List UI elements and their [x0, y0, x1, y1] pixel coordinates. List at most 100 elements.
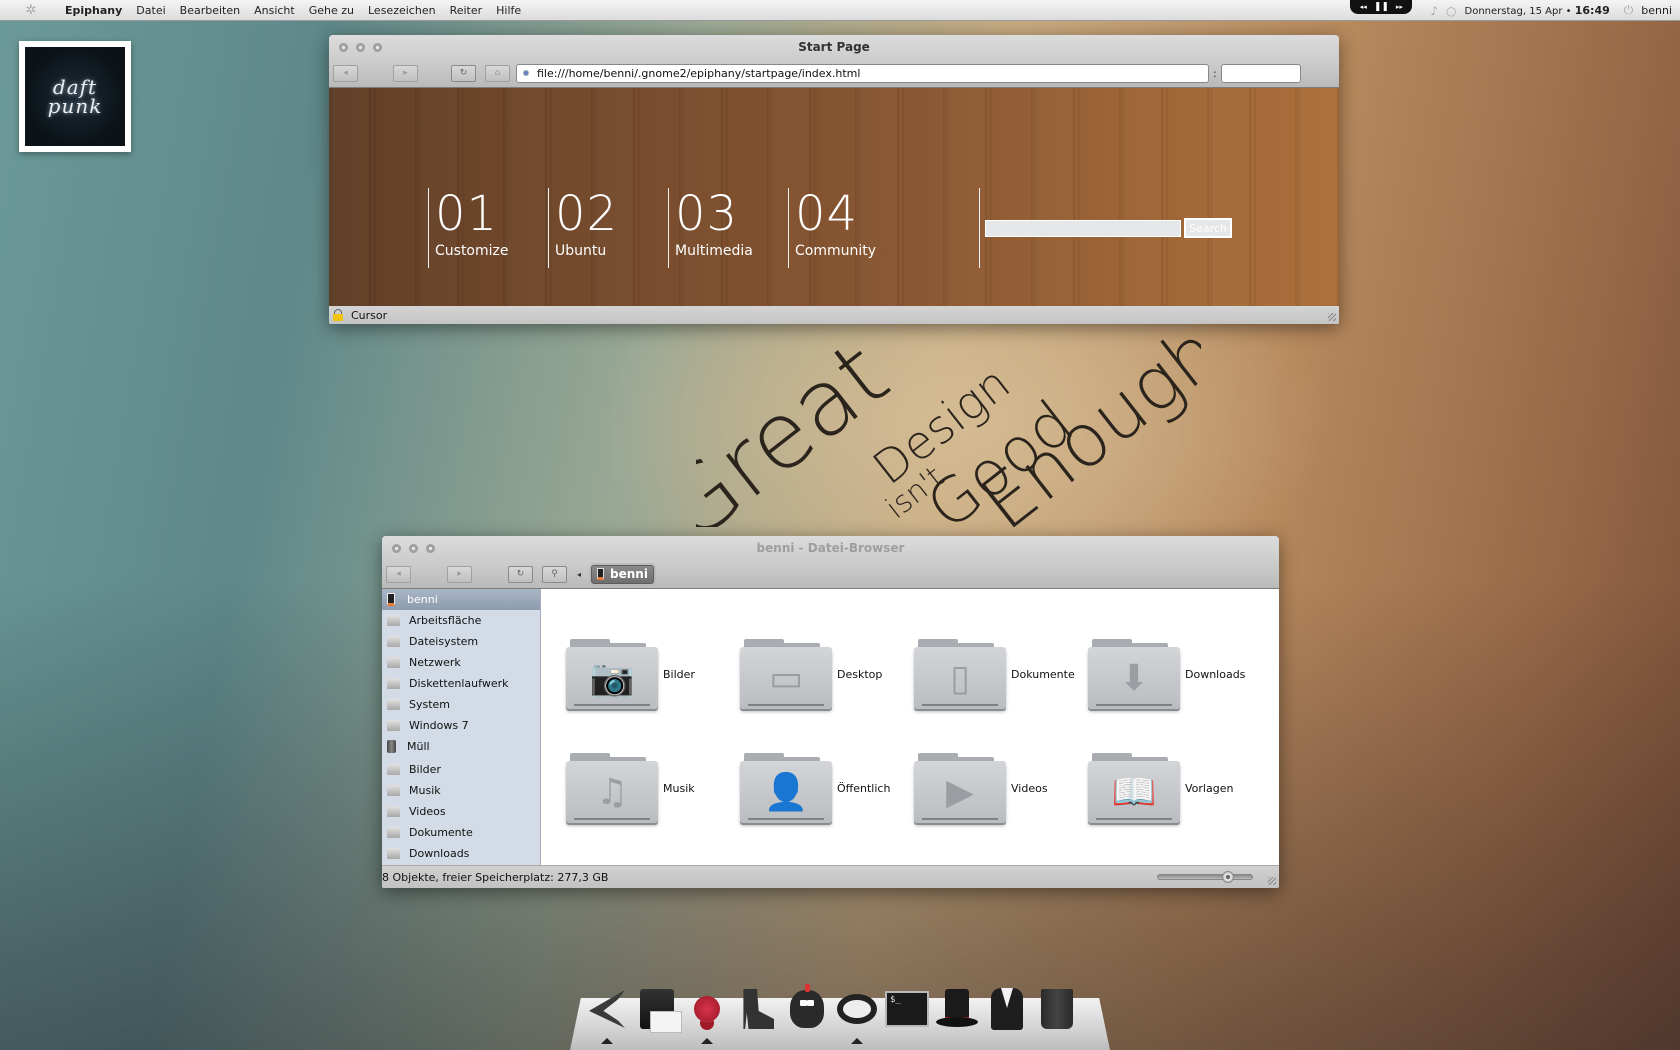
file-browser-toolbar: ◂ ▸ ↻ ⚲ ◂ benni — [382, 560, 1279, 589]
forward-button[interactable]: ▸ — [393, 64, 418, 82]
sidebar-item-arbeitsflaeche[interactable]: Arbeitsfläche — [382, 610, 540, 631]
sidebar-item-label: Bilder — [409, 763, 441, 776]
folder-bilder[interactable]: 📷 Bilder — [566, 617, 740, 731]
reload-button[interactable]: ↻ — [451, 64, 476, 82]
music-indicator-icon[interactable]: ♪ — [1430, 4, 1438, 18]
folder-videos[interactable]: ▶ Videos — [914, 731, 1088, 845]
breadcrumb-benni[interactable]: benni — [591, 564, 654, 584]
sidebar-item-system[interactable]: System — [382, 694, 540, 715]
menu-ansicht[interactable]: Ansicht — [247, 0, 302, 21]
album-art-widget[interactable]: daft punk — [19, 41, 131, 152]
tile-multimedia[interactable]: 03 Multimedia — [668, 188, 788, 268]
sidebar-item-dateisystem[interactable]: Dateisystem — [382, 631, 540, 652]
file-view: 📷 Bilder ▭ Desktop ▯ Dokumente ⬇ Downloa… — [541, 589, 1279, 865]
menu-gehe-zu[interactable]: Gehe zu — [302, 0, 361, 21]
maximize-button[interactable] — [426, 543, 435, 553]
page-search-input[interactable] — [985, 219, 1181, 237]
folder-dokumente[interactable]: ▯ Dokumente — [914, 617, 1088, 731]
clock[interactable]: Donnerstag, 15 Apr • 16:49 — [1465, 4, 1610, 17]
next-track-icon[interactable]: ▸▸ — [1396, 3, 1403, 11]
drive-icon — [387, 678, 400, 689]
ubuntu-logo-icon[interactable]: ✲ — [22, 1, 40, 19]
camera-folder-icon: 📷 — [566, 639, 658, 709]
power-icon[interactable]: ⏻ — [1624, 3, 1634, 18]
menu-lesezeichen[interactable]: Lesezeichen — [361, 0, 443, 21]
dock-item-mail[interactable] — [635, 986, 682, 1033]
sidebar-item-windows-7[interactable]: Windows 7 — [382, 715, 540, 736]
zoom-slider-handle[interactable] — [1221, 871, 1234, 883]
sidebar-item-bilder[interactable]: Bilder — [382, 759, 540, 780]
dock-item-ribbon[interactable] — [685, 986, 729, 1044]
browser-search-field[interactable] — [1220, 63, 1301, 83]
folder-name: Bilder — [663, 667, 695, 681]
page-favicon-icon — [523, 70, 529, 76]
tile-ubuntu[interactable]: 02 Ubuntu — [548, 188, 668, 268]
browser-titlebar[interactable]: Start Page — [329, 35, 1339, 59]
start-page-tiles: 01 Customize 02 Ubuntu 03 Multimedia 04 … — [428, 188, 908, 268]
pause-icon[interactable]: ❚❚ — [1374, 2, 1389, 12]
browser-title: Start Page — [798, 40, 870, 54]
dock-item-top-hat[interactable] — [935, 986, 979, 1032]
folder-downloads[interactable]: ⬇ Downloads — [1088, 617, 1262, 731]
back-button[interactable]: ◂ — [386, 565, 411, 583]
sidebar-item-benni[interactable]: benni — [382, 589, 540, 610]
dock-item-boot[interactable] — [735, 986, 779, 1032]
menu-hilfe[interactable]: Hilfe — [489, 0, 528, 21]
file-browser-titlebar[interactable]: benni - Datei-Browser — [382, 536, 1279, 560]
reload-button[interactable]: ↻ — [508, 565, 533, 583]
menu-bearbeiten[interactable]: Bearbeiten — [173, 0, 247, 21]
pictures-folder-icon — [387, 764, 400, 775]
search-button[interactable]: ⚲ — [542, 565, 567, 583]
close-button[interactable] — [392, 543, 401, 553]
dock-item-headphones[interactable] — [835, 986, 879, 1044]
sidebar-item-muell[interactable]: Müll — [382, 736, 540, 757]
browser-window: Start Page ◂ ▸ ↻ ⌂ file:///home/benni/.g… — [329, 35, 1339, 324]
user-menu[interactable]: benni — [1641, 4, 1672, 17]
url-bar[interactable]: file:///home/benni/.gnome2/epiphany/star… — [516, 63, 1209, 83]
sidebar-item-musik[interactable]: Musik — [382, 780, 540, 801]
folder-vorlagen[interactable]: 📖 Vorlagen — [1088, 731, 1262, 845]
dock-item-impossible-triangle[interactable] — [585, 986, 629, 1044]
impossible-triangle-icon — [589, 990, 625, 1028]
folder-desktop[interactable]: ▭ Desktop — [740, 617, 914, 731]
sidebar-item-downloads[interactable]: Downloads — [382, 843, 540, 864]
zoom-slider[interactable] — [1157, 871, 1253, 883]
maximize-button[interactable] — [373, 42, 382, 52]
breadcrumb-label: benni — [610, 567, 648, 581]
minimize-button[interactable] — [356, 42, 365, 52]
resize-grip[interactable] — [1328, 313, 1336, 321]
folder-name: Dokumente — [1011, 667, 1075, 681]
minimize-button[interactable] — [409, 543, 418, 553]
tile-number: 04 — [795, 186, 859, 242]
back-icon: ◂ — [343, 68, 348, 78]
sidebar-item-dokumente[interactable]: Dokumente — [382, 822, 540, 843]
path-left-icon[interactable]: ◂ — [577, 570, 581, 579]
home-button[interactable]: ⌂ — [485, 64, 510, 82]
dock-icons: $_ — [585, 984, 1079, 1044]
sidebar-item-label: Downloads — [409, 847, 470, 860]
folder-oeffentlich[interactable]: 👤 Öffentlich — [740, 731, 914, 845]
status-text: 8 Objekte, freier Speicherplatz: 277,3 G… — [382, 870, 609, 884]
tile-label: Ubuntu — [555, 243, 607, 259]
back-button[interactable]: ◂ — [333, 64, 358, 82]
tile-customize[interactable]: 01 Customize — [428, 188, 548, 268]
page-search-button[interactable]: Search — [1184, 218, 1232, 238]
forward-button[interactable]: ▸ — [447, 565, 472, 583]
chat-indicator-icon[interactable]: ○ — [1446, 4, 1456, 18]
sidebar-item-diskettenlaufwerk[interactable]: Diskettenlaufwerk — [382, 673, 540, 694]
menu-datei[interactable]: Datei — [129, 0, 172, 21]
dock-item-suit[interactable] — [985, 986, 1029, 1032]
sidebar-item-netzwerk[interactable]: Netzwerk — [382, 652, 540, 673]
menu-reiter[interactable]: Reiter — [443, 0, 490, 21]
dock-item-terminal[interactable]: $_ — [885, 986, 929, 1032]
tile-label: Multimedia — [675, 243, 753, 259]
close-button[interactable] — [339, 42, 348, 52]
dock-item-trash[interactable] — [1035, 986, 1079, 1032]
sidebar-item-videos[interactable]: Videos — [382, 801, 540, 822]
resize-grip[interactable] — [1268, 877, 1276, 885]
dock-item-bird[interactable] — [785, 984, 829, 1032]
folder-musik[interactable]: ♫ Musik — [566, 731, 740, 845]
tile-community[interactable]: 04 Community — [788, 188, 908, 268]
previous-track-icon[interactable]: ◂◂ — [1360, 3, 1367, 11]
menu-app-name[interactable]: Epiphany — [58, 0, 129, 21]
